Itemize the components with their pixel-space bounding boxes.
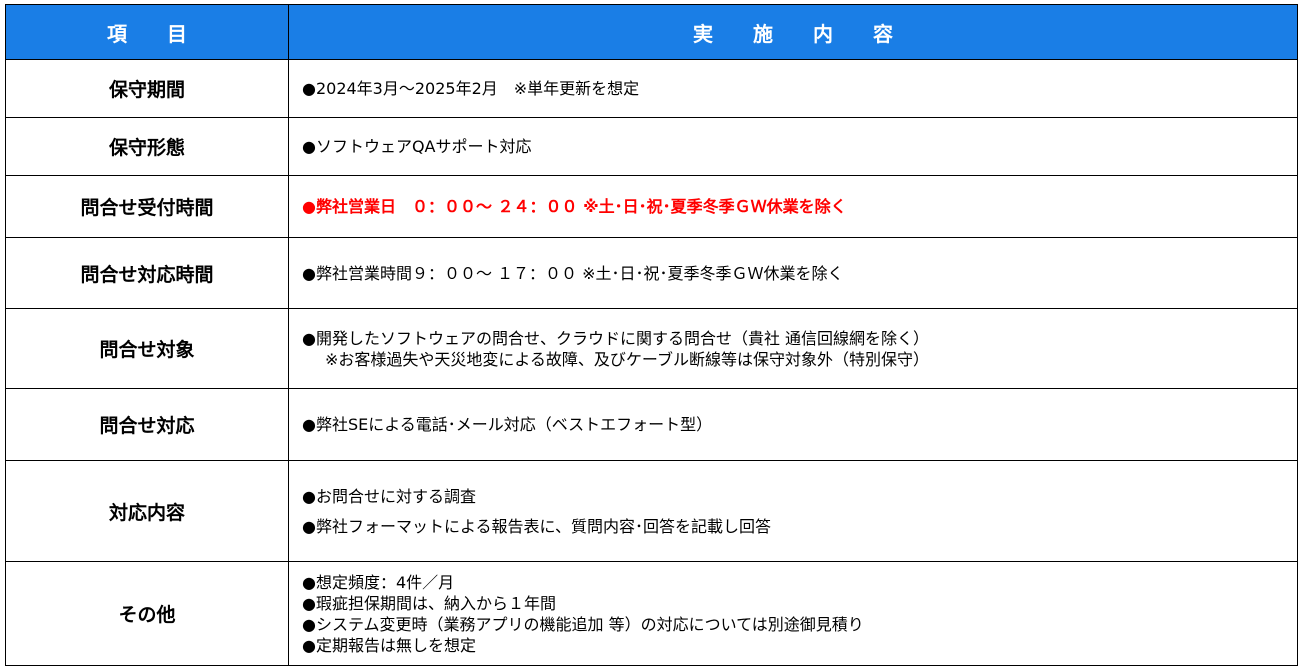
table-row: 保守期間 ●2024年3月～2025年2月 ※単年更新を想定 bbox=[5, 59, 1298, 118]
table-header-row: 項 目 実 施 内 容 bbox=[5, 4, 1298, 60]
row-line-highlight: ●弊社営業日 ０：００～ ２４：００ ※土･日･祝･夏季冬季ＧＷ休業を除く bbox=[302, 197, 847, 216]
row-line: ●開発したソフトウェアの問合せ、クラウドに関する問合せ（貴社 通信回線網を除く） bbox=[302, 328, 930, 348]
table-row: その他 ●想定頻度：4件／月 ●瑕疵担保期間は、納入から１年間 ●システム変更時… bbox=[5, 561, 1298, 666]
row-content: ●想定頻度：4件／月 ●瑕疵担保期間は、納入から１年間 ●システム変更時（業務ア… bbox=[288, 561, 1298, 666]
row-label: 対応内容 bbox=[5, 460, 289, 562]
row-label: 問合せ対応 bbox=[5, 388, 289, 461]
row-content: ●開発したソフトウェアの問合せ、クラウドに関する問合せ（貴社 通信回線網を除く）… bbox=[288, 308, 1298, 389]
row-label: 問合せ対象 bbox=[5, 308, 289, 389]
table-row: 問合せ受付時間 ●弊社営業日 ０：００～ ２４：００ ※土･日･祝･夏季冬季ＧＷ… bbox=[5, 175, 1298, 238]
maintenance-spec-table: 項 目 実 施 内 容 保守期間 ●2024年3月～2025年2月 ※単年更新を… bbox=[5, 4, 1298, 666]
row-label: 問合せ対応時間 bbox=[5, 237, 289, 309]
row-label: 問合せ受付時間 bbox=[5, 175, 289, 238]
header-item-label: 項 目 bbox=[107, 21, 187, 46]
row-line: ●お問合せに対する調査 bbox=[302, 486, 476, 506]
row-line-note: ※お客様過失や天災地変による故障、及びケーブル断線等は保守対象外（特別保守） bbox=[325, 349, 929, 369]
table-row: 問合せ対応 ●弊社SEによる電話･メール対応（ベストエフォート型） bbox=[5, 388, 1298, 461]
row-content: ●ソフトウェアQAサポート対応 bbox=[288, 117, 1298, 176]
row-content: ●2024年3月～2025年2月 ※単年更新を想定 bbox=[288, 59, 1298, 118]
row-line: ●弊社営業時間９：００～ １７：００ ※土･日･祝･夏季冬季ＧＷ休業を除く bbox=[302, 263, 844, 283]
table-row: 問合せ対象 ●開発したソフトウェアの問合せ、クラウドに関する問合せ（貴社 通信回… bbox=[5, 308, 1298, 389]
table-row: 保守形態 ●ソフトウェアQAサポート対応 bbox=[5, 117, 1298, 176]
header-content-label: 実 施 内 容 bbox=[693, 21, 893, 46]
row-content: ●弊社営業日 ０：００～ ２４：００ ※土･日･祝･夏季冬季ＧＷ休業を除く bbox=[288, 175, 1298, 238]
row-line: ●瑕疵担保期間は、納入から１年間 bbox=[302, 593, 556, 613]
row-line: ●2024年3月～2025年2月 ※単年更新を想定 bbox=[302, 79, 640, 98]
header-content: 実 施 内 容 bbox=[288, 4, 1298, 60]
header-item: 項 目 bbox=[5, 4, 289, 60]
table-row: 対応内容 ●お問合せに対する調査 ●弊社フォーマットによる報告表に、質問内容･回… bbox=[5, 460, 1298, 562]
row-label: 保守形態 bbox=[5, 117, 289, 176]
row-line: ●システム変更時（業務アプリの機能追加 等）の対応については別途御見積り bbox=[302, 614, 864, 634]
row-line: ●ソフトウェアQAサポート対応 bbox=[302, 137, 532, 156]
row-label: その他 bbox=[5, 561, 289, 666]
row-line: ●定期報告は無しを想定 bbox=[302, 635, 476, 655]
row-line: ●想定頻度：4件／月 bbox=[302, 572, 455, 592]
row-label: 保守期間 bbox=[5, 59, 289, 118]
row-content: ●弊社SEによる電話･メール対応（ベストエフォート型） bbox=[288, 388, 1298, 461]
row-content: ●弊社営業時間９：００～ １７：００ ※土･日･祝･夏季冬季ＧＷ休業を除く bbox=[288, 237, 1298, 309]
row-content: ●お問合せに対する調査 ●弊社フォーマットによる報告表に、質問内容･回答を記載し… bbox=[288, 460, 1298, 562]
row-line: ●弊社SEによる電話･メール対応（ベストエフォート型） bbox=[302, 415, 713, 434]
table-row: 問合せ対応時間 ●弊社営業時間９：００～ １７：００ ※土･日･祝･夏季冬季ＧＷ… bbox=[5, 237, 1298, 309]
row-line: ●弊社フォーマットによる報告表に、質問内容･回答を記載し回答 bbox=[302, 516, 772, 536]
